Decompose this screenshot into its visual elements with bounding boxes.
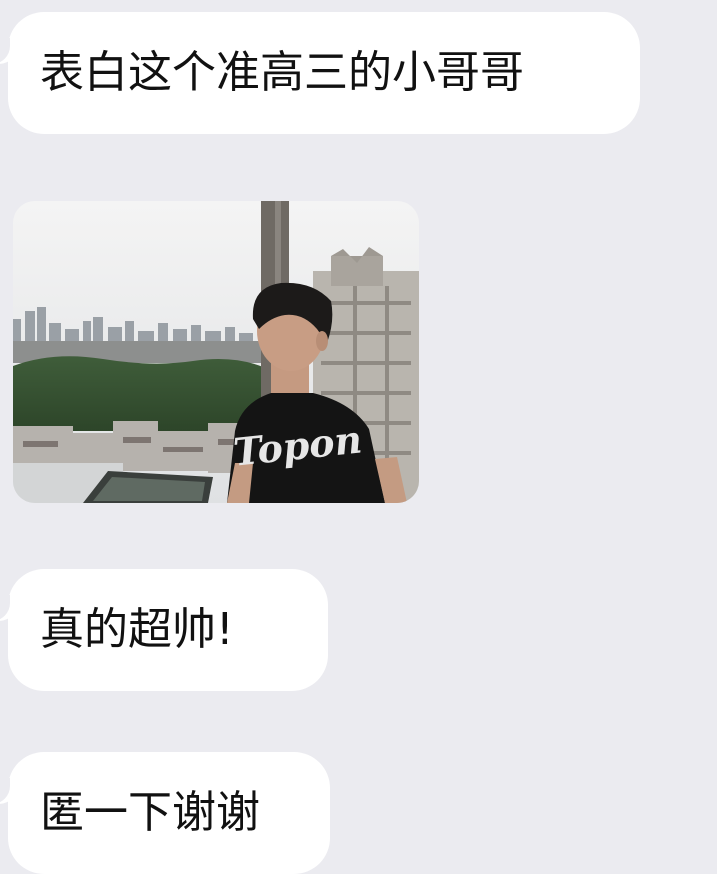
- message-bubble-3[interactable]: 匿一下谢谢: [0, 752, 330, 874]
- message-text: 真的超帅!: [40, 604, 234, 655]
- message-text: 匿一下谢谢: [40, 787, 260, 838]
- message-bubble-2[interactable]: 真的超帅!: [0, 569, 328, 691]
- bubble-tail: [0, 778, 20, 804]
- message-photo[interactable]: Topon: [13, 201, 419, 503]
- bubble-tail: [0, 595, 20, 621]
- message-bubble-1[interactable]: 表白这个准高三的小哥哥: [0, 12, 640, 134]
- message-text: 表白这个准高三的小哥哥: [40, 47, 524, 98]
- photo-image: Topon: [13, 201, 419, 503]
- bubble-tail: [0, 38, 20, 64]
